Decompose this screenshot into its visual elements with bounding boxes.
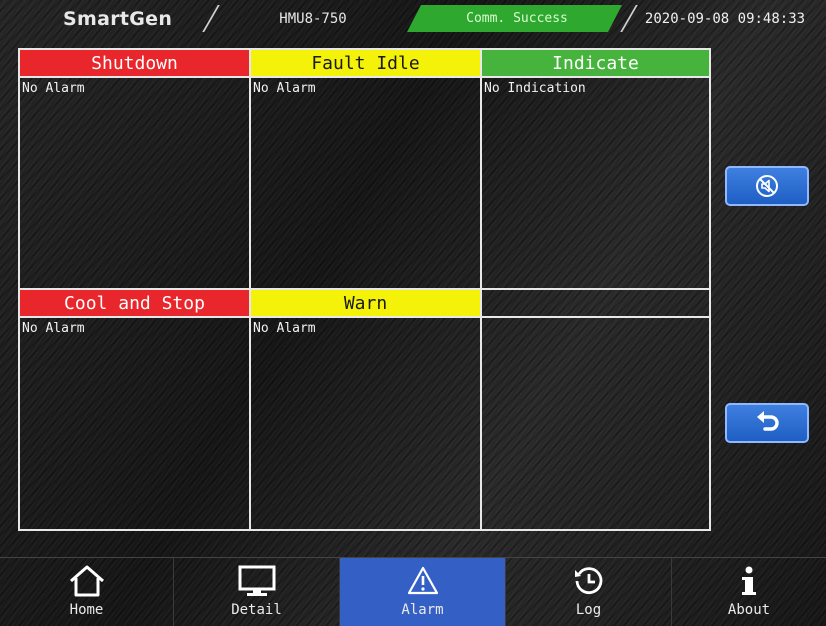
panel-message: No Alarm [22, 321, 85, 336]
alarm-panel-empty [482, 290, 709, 529]
panel-message [482, 318, 709, 324]
nav-label: Alarm [401, 602, 444, 618]
nav-label: Home [69, 602, 104, 618]
alarm-panel-cool-and-stop: Cool and Stop No Alarm [20, 290, 251, 529]
brand-logo: SmartGen [63, 7, 173, 30]
nav-about[interactable]: About [672, 558, 826, 626]
mute-alarm-button[interactable] [725, 166, 809, 206]
info-icon [739, 558, 759, 600]
comm-status-text: Comm. Success [466, 11, 568, 26]
panel-message: No Alarm [253, 321, 316, 336]
model-name: HMU8-750 [279, 10, 347, 27]
panel-title: Indicate [482, 50, 709, 78]
back-button[interactable] [725, 403, 809, 443]
nav-label: Detail [231, 602, 282, 618]
monitor-icon [237, 558, 277, 600]
back-arrow-icon [753, 409, 781, 437]
bottom-nav: Home Detail Alarm Log About [0, 557, 826, 626]
nav-detail[interactable]: Detail [174, 558, 340, 626]
panel-message: No Indication [484, 81, 586, 96]
panel-title: Fault Idle [251, 50, 480, 78]
header-bar: SmartGen HMU8-750 Comm. Success 2020-09-… [0, 0, 826, 37]
history-icon [572, 558, 606, 600]
warning-icon [406, 558, 440, 600]
panel-title [482, 290, 709, 318]
mute-alarm-icon [754, 173, 780, 199]
alarm-panel-fault-idle: Fault Idle No Alarm [251, 50, 482, 290]
nav-label: Log [575, 602, 602, 618]
alarm-panel-shutdown: Shutdown No Alarm [20, 50, 251, 290]
screen: SmartGen HMU8-750 Comm. Success 2020-09-… [0, 0, 826, 626]
nav-log[interactable]: Log [506, 558, 672, 626]
alarm-panel-indicate: Indicate No Indication [482, 50, 709, 290]
home-icon [68, 558, 106, 600]
alarm-grid: Shutdown No Alarm Fault Idle No Alarm In… [18, 48, 711, 531]
nav-home[interactable]: Home [0, 558, 174, 626]
datetime-display: 2020-09-08 09:48:33 [644, 10, 806, 27]
panel-message: No Alarm [22, 81, 85, 96]
panel-title: Warn [251, 290, 480, 318]
panel-title: Cool and Stop [20, 290, 249, 318]
alarm-panel-warn: Warn No Alarm [251, 290, 482, 529]
nav-alarm[interactable]: Alarm [340, 558, 506, 626]
panel-message: No Alarm [253, 81, 316, 96]
panel-title: Shutdown [20, 50, 249, 78]
nav-label: About [727, 602, 771, 618]
